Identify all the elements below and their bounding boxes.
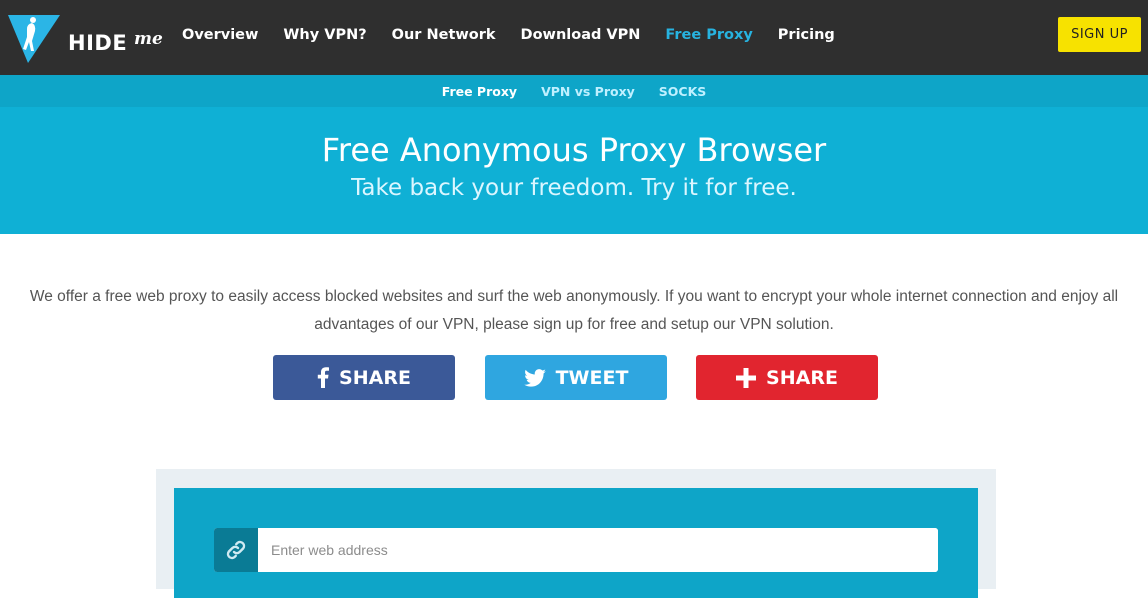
proxy-form	[174, 488, 978, 598]
nav-why-vpn[interactable]: Why VPN?	[283, 27, 366, 43]
hero-banner: Free Anonymous Proxy Browser Take back y…	[0, 107, 1148, 234]
share-buttons: SHARE TWEET SHARE	[0, 355, 1148, 400]
facebook-icon	[317, 367, 330, 388]
brand-name: HIDE	[68, 31, 128, 55]
subnav-socks[interactable]: SOCKS	[659, 84, 707, 99]
proxy-form-container	[156, 469, 996, 598]
nav-pricing[interactable]: Pricing	[778, 27, 835, 43]
nav-download-vpn[interactable]: Download VPN	[521, 27, 641, 43]
facebook-share-label: SHARE	[339, 366, 411, 389]
link-icon	[214, 528, 258, 572]
facebook-share-button[interactable]: SHARE	[273, 355, 455, 400]
web-address-input[interactable]	[258, 528, 938, 572]
twitter-tweet-button[interactable]: TWEET	[485, 355, 667, 400]
twitter-icon	[523, 368, 546, 387]
url-input-group	[214, 528, 938, 572]
page-subtitle: Take back your freedom. Try it for free.	[351, 175, 797, 201]
twitter-tweet-label: TWEET	[555, 366, 629, 389]
nav-overview[interactable]: Overview	[182, 27, 258, 43]
brand-logo[interactable]: HIDE me	[6, 9, 166, 65]
page-title: Free Anonymous Proxy Browser	[321, 131, 827, 169]
more-share-label: SHARE	[766, 366, 838, 389]
nav-our-network[interactable]: Our Network	[392, 27, 496, 43]
intro-line-2: advantages of our VPN, please sign up fo…	[314, 316, 834, 333]
nav-free-proxy[interactable]: Free Proxy	[665, 27, 752, 43]
top-navbar: HIDE me Overview Why VPN? Our Network Do…	[0, 0, 1148, 75]
sub-nav: Free Proxy VPN vs Proxy SOCKS	[0, 75, 1148, 107]
subnav-vpn-vs-proxy[interactable]: VPN vs Proxy	[541, 84, 635, 99]
intro-text: We offer a free web proxy to easily acce…	[0, 283, 1148, 339]
signup-button[interactable]: SIGN UP	[1058, 17, 1141, 52]
hideme-logo-icon	[8, 15, 60, 63]
intro-line-1: We offer a free web proxy to easily acce…	[29, 288, 1119, 305]
subnav-free-proxy[interactable]: Free Proxy	[442, 84, 517, 99]
plus-icon	[736, 367, 757, 388]
main-nav: Overview Why VPN? Our Network Download V…	[182, 0, 860, 70]
brand-suffix: me	[134, 29, 163, 49]
more-share-button[interactable]: SHARE	[696, 355, 878, 400]
